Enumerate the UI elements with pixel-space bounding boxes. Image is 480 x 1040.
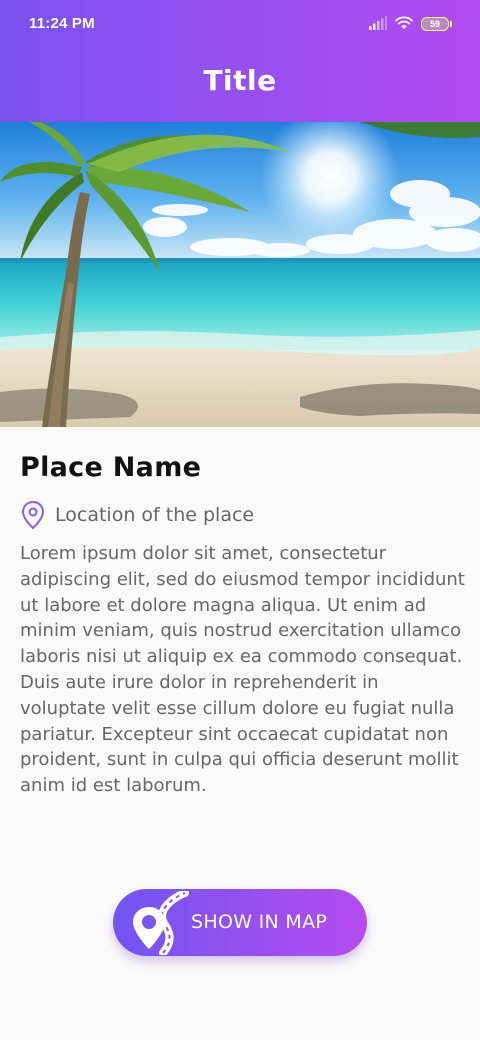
wifi-icon <box>395 15 413 34</box>
status-time: 11:24 PM <box>29 15 95 32</box>
show-in-map-button[interactable]: SHOW IN MAP <box>113 889 367 957</box>
place-name: Place Name <box>20 452 202 483</box>
location-row: Location of the place <box>20 500 254 530</box>
place-description: Lorem ipsum dolor sit amet, consectetur … <box>20 543 465 797</box>
show-in-map-label: SHOW IN MAP <box>191 911 328 933</box>
place-location: Location of the place <box>55 504 255 526</box>
battery-icon: 59 <box>421 17 452 31</box>
status-icons: 59 <box>369 15 452 33</box>
map-pin-icon <box>20 500 46 530</box>
page-title: Title <box>203 64 277 97</box>
battery-level: 59 <box>421 17 449 31</box>
map-route-icon <box>129 889 189 957</box>
hero-image <box>0 122 480 427</box>
status-bar: 11:24 PM 59 <box>0 0 480 48</box>
signal-icon <box>369 15 387 34</box>
app-header: 11:24 PM 59 Title <box>0 0 480 122</box>
place-detail-screen: 11:24 PM 59 Title Place Name Location of… <box>0 0 480 1040</box>
